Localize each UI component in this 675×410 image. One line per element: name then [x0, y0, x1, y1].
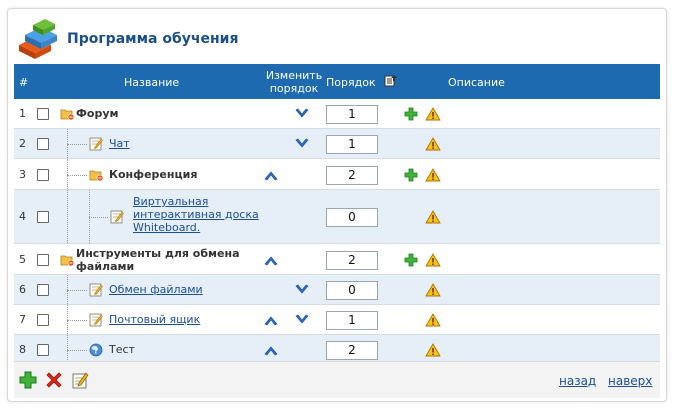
folder-icon — [60, 107, 75, 121]
page-title: Программа обучения — [67, 31, 239, 47]
curriculum-panel: Программа обучения # Название Изменить п… — [7, 8, 667, 402]
table-header: # Название Изменить порядок Порядок Опис… — [14, 64, 660, 99]
row-number: 7 — [19, 313, 26, 326]
row-number: 6 — [19, 283, 26, 296]
row-checkbox[interactable] — [37, 211, 49, 223]
row-number: 4 — [19, 210, 26, 223]
order-input[interactable] — [326, 135, 378, 154]
edit-icon[interactable] — [70, 370, 90, 390]
table-row: 5 Инструменты для обмена файлами — [14, 244, 660, 275]
order-input[interactable] — [326, 208, 378, 227]
table-row: 2 Чат — [14, 129, 660, 159]
note-edit-icon — [110, 210, 124, 224]
move-up-icon[interactable] — [264, 254, 278, 266]
warning-icon[interactable] — [425, 137, 441, 151]
row-title: Форум — [76, 107, 119, 120]
row-number: 8 — [19, 343, 26, 356]
svg-text:?: ? — [94, 347, 99, 356]
warning-icon[interactable] — [425, 283, 441, 297]
row-title[interactable]: Виртуальная интерактивная доска Whiteboa… — [133, 195, 268, 234]
row-checkbox[interactable] — [37, 138, 49, 150]
add-child-icon[interactable] — [404, 168, 418, 182]
note-edit-icon — [89, 137, 103, 151]
table-row: 4 Виртуальная интерактивная доска Whitebo… — [14, 190, 660, 244]
tree-branch — [67, 320, 87, 321]
move-down-icon[interactable] — [295, 108, 309, 120]
table-row: 1 Форум — [14, 99, 660, 129]
test-icon: ? — [89, 343, 103, 357]
col-name: Название — [124, 76, 180, 89]
row-number: 2 — [19, 137, 26, 150]
col-change-order: Изменить порядок — [265, 69, 323, 95]
row-title[interactable]: Обмен файлами — [109, 283, 264, 296]
tree-branch — [67, 350, 87, 351]
sort-icon[interactable] — [384, 74, 398, 88]
table-footer: назад наверх — [14, 361, 660, 398]
add-child-icon[interactable] — [404, 107, 418, 121]
note-edit-icon — [89, 313, 103, 327]
move-down-icon[interactable] — [295, 314, 309, 326]
tree-branch — [67, 144, 87, 145]
add-child-icon[interactable] — [404, 253, 418, 267]
folder-icon — [60, 253, 75, 267]
row-title: Тест — [109, 343, 135, 356]
warning-icon[interactable] — [425, 168, 441, 182]
tree-branch — [67, 290, 87, 291]
move-up-icon[interactable] — [264, 344, 278, 356]
warning-icon[interactable] — [425, 253, 441, 267]
row-checkbox[interactable] — [37, 314, 49, 326]
order-input[interactable] — [326, 251, 378, 270]
note-edit-icon — [89, 283, 103, 297]
order-input[interactable] — [326, 341, 378, 360]
row-number: 1 — [19, 107, 26, 120]
tree-line — [67, 190, 68, 243]
order-input[interactable] — [326, 166, 378, 185]
panel-header: Программа обучения — [8, 9, 666, 64]
order-input[interactable] — [326, 281, 378, 300]
tree-branch — [67, 175, 87, 176]
row-title: Конференция — [109, 168, 198, 181]
move-down-icon[interactable] — [295, 138, 309, 150]
warning-icon[interactable] — [425, 107, 441, 121]
top-link[interactable]: наверх — [608, 374, 652, 388]
move-down-icon[interactable] — [295, 284, 309, 296]
tree-branch — [89, 217, 108, 218]
row-number: 3 — [19, 168, 26, 181]
warning-icon[interactable] — [425, 210, 441, 224]
add-icon[interactable] — [18, 370, 38, 390]
warning-icon[interactable] — [425, 313, 441, 327]
curriculum-logo-icon — [19, 19, 57, 59]
table-row: 7 Почтовый ящик — [14, 305, 660, 335]
order-input[interactable] — [326, 105, 378, 124]
order-input[interactable] — [326, 311, 378, 330]
row-checkbox[interactable] — [37, 254, 49, 266]
row-number: 5 — [19, 253, 26, 266]
row-checkbox[interactable] — [37, 344, 49, 356]
row-title[interactable]: Почтовый ящик — [109, 313, 264, 326]
col-num: # — [19, 76, 29, 89]
row-title[interactable]: Чат — [109, 137, 264, 150]
row-checkbox[interactable] — [37, 169, 49, 181]
col-description: Описание — [448, 76, 505, 89]
back-link[interactable]: назад — [559, 374, 596, 388]
move-up-icon[interactable] — [264, 314, 278, 326]
table-row: 3 Конференция — [14, 159, 660, 190]
folder-icon — [89, 168, 104, 182]
delete-icon[interactable] — [44, 370, 64, 390]
col-order[interactable]: Порядок — [326, 76, 376, 89]
row-checkbox[interactable] — [37, 284, 49, 296]
warning-icon[interactable] — [425, 343, 441, 357]
move-up-icon[interactable] — [264, 169, 278, 181]
tree-line — [67, 159, 68, 189]
row-checkbox[interactable] — [37, 108, 49, 120]
row-title: Инструменты для обмена файлами — [76, 247, 240, 273]
table-row: 6 Обмен файлами — [14, 275, 660, 305]
